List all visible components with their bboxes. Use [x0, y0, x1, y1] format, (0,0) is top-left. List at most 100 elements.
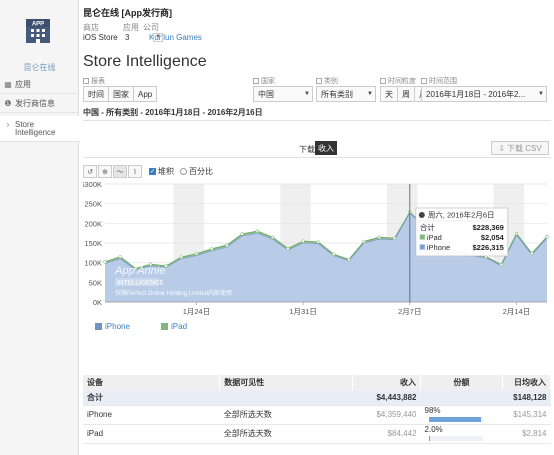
data-point: [270, 235, 275, 239]
table-row: iPhone 全部所选天数 $4,359,440 98% $145,314: [83, 405, 551, 425]
sidebar-item-publisher-info[interactable]: ❶ 发行商信息: [0, 95, 79, 113]
report-app-button[interactable]: App: [133, 86, 158, 102]
watermark-brand: App Annie: [114, 265, 165, 277]
device-cell: iPhone: [83, 405, 220, 425]
meta-labels: 商店 应用 公司: [83, 22, 159, 33]
y-tick-label: 50K: [89, 278, 102, 287]
report-country-button[interactable]: 国家: [108, 86, 134, 102]
y-tick-label: 100K: [84, 259, 102, 268]
watermark-sub: INTELLIGENCE: [117, 280, 165, 287]
table-total-row: 合计 $4,443,882 $148,128: [83, 390, 551, 406]
download-icon: ⇩: [498, 143, 506, 153]
data-point: [225, 243, 229, 247]
sidebar-item-apps[interactable]: ▦ 应用: [0, 76, 79, 94]
company-dropdown-caret-icon[interactable]: ▼: [153, 33, 163, 42]
header-device[interactable]: 设备: [83, 375, 221, 390]
granularity-week-button[interactable]: 周: [397, 86, 415, 102]
globe-icon: [253, 78, 259, 84]
data-point: [514, 231, 519, 236]
page-title: Store Intelligence: [83, 53, 207, 70]
revenue-chart[interactable]: $300K 250K 200K 150K 100K 50K 0K 1月24日 1月31日 2月7日…: [83, 178, 551, 318]
daily-cell: $2,814: [502, 424, 551, 444]
store-value: iOS Store: [83, 33, 118, 42]
download-csv-button[interactable]: ⇩ 下载 CSV: [491, 141, 549, 155]
date-range-select[interactable]: 2016年1月18日 - 2016年2... ▼: [421, 86, 547, 102]
legend-swatch-iphone: [95, 323, 102, 330]
percent-radio[interactable]: 百分比: [180, 166, 213, 177]
data-point: [301, 239, 305, 243]
data-point: [194, 252, 199, 256]
revenue-tab[interactable]: 收入: [315, 141, 337, 155]
info-icon: ❶: [4, 98, 12, 108]
tooltip-date: 周六, 2016年2月6日: [428, 210, 495, 220]
report-time-button[interactable]: 时间: [83, 86, 109, 102]
x-tick-label: 1月24日: [183, 307, 211, 316]
country-select[interactable]: 中国 ▼: [253, 86, 313, 102]
stack-checkbox[interactable]: 堆积: [149, 166, 174, 177]
legend-swatch-ipad: [161, 323, 168, 330]
category-select[interactable]: 所有类别 ▼: [316, 86, 376, 102]
main-content: 昆仑在线 [App发行商] 商店 应用 公司 iOS Store 3 Kunlu…: [83, 0, 552, 455]
data-point: [392, 236, 397, 240]
legend-iphone[interactable]: iPhone: [95, 322, 130, 331]
share-bar: [428, 416, 483, 422]
sidebar-item-store-intelligence[interactable]: › Store Intelligence: [0, 116, 80, 142]
apps-count[interactable]: 3: [125, 33, 129, 42]
tooltip-value: $226,315: [473, 243, 504, 252]
category-filter-label: 类别: [316, 76, 338, 86]
sidebar: APP 昆仑在线 ▦ 应用 ❶ 发行商信息 › Store Intelligen…: [0, 0, 80, 455]
x-tick-label: 1月31日: [289, 307, 317, 316]
visibility-cell: 全部所选天数: [219, 405, 353, 425]
total-revenue: $4,443,882: [352, 390, 421, 406]
line-chart-icon[interactable]: 〜: [113, 165, 127, 178]
data-point: [545, 235, 549, 239]
tooltip-value: $2,054: [481, 233, 505, 242]
y-tick-label: 0K: [93, 298, 102, 307]
category-icon: [316, 78, 322, 84]
data-point: [286, 246, 290, 251]
header-visibility[interactable]: 数据可见性: [219, 375, 354, 390]
data-point: [209, 247, 214, 251]
device-cell: iPad: [83, 424, 220, 444]
revenue-cell: $4,359,440: [352, 405, 421, 425]
granularity-day-button[interactable]: 天: [380, 86, 398, 102]
tooltip-label: 合计: [420, 222, 435, 232]
stack-checkbox-box[interactable]: [149, 168, 156, 175]
zoom-icon[interactable]: ⊕: [98, 165, 112, 178]
meta-label-apps: 应用: [123, 23, 139, 32]
percent-label: 百分比: [189, 167, 213, 176]
reset-icon[interactable]: ↺: [83, 165, 97, 178]
downloads-tab[interactable]: 下载: [299, 144, 315, 155]
header-revenue[interactable]: 收入: [352, 375, 422, 390]
data-point: [179, 255, 183, 259]
watermark-note: 仅限Perfect Online Holding Limited内部使用: [115, 289, 232, 297]
chevron-down-icon: ▼: [367, 91, 373, 97]
chevron-right-icon: ›: [6, 120, 10, 129]
share-cell: 2.0%: [420, 424, 503, 444]
data-point: [347, 257, 351, 262]
y-tick-label: 200K: [84, 219, 102, 228]
globe-icon: [418, 212, 425, 218]
table-row: iPad 全部所选天数 $84,442 2.0% $2,814: [83, 424, 551, 444]
y-tick-label: $300K: [83, 180, 102, 189]
data-point: [118, 255, 122, 259]
legend-ipad[interactable]: iPad: [161, 322, 187, 331]
sidebar-item-label: 发行商信息: [15, 99, 55, 108]
data-point: [240, 232, 244, 236]
percent-radio-circle[interactable]: [180, 168, 187, 175]
daily-cell: $145,314: [502, 405, 551, 425]
revenue-table: 设备 数据可见性 收入 份额 日均收入 合计 $4,443,882 $148,1…: [83, 375, 552, 444]
header-share[interactable]: 份额: [420, 375, 503, 390]
data-point: [331, 252, 336, 256]
y-tick-label: 150K: [84, 239, 102, 248]
country-filter-label: 国家: [253, 76, 275, 86]
area-chart-icon[interactable]: ⌇: [128, 165, 142, 178]
x-tick-label: 2月14日: [503, 307, 531, 316]
header-daily[interactable]: 日均收入: [502, 375, 552, 390]
sidebar-item-label: Store Intelligence: [15, 120, 56, 137]
sidebar-app-name[interactable]: 昆仑在线: [0, 62, 79, 73]
tooltip-label: iPad: [427, 233, 442, 242]
app-building-icon[interactable]: APP: [25, 18, 51, 44]
sidebar-item-label: 应用: [15, 80, 31, 89]
clock-icon: [380, 78, 386, 84]
